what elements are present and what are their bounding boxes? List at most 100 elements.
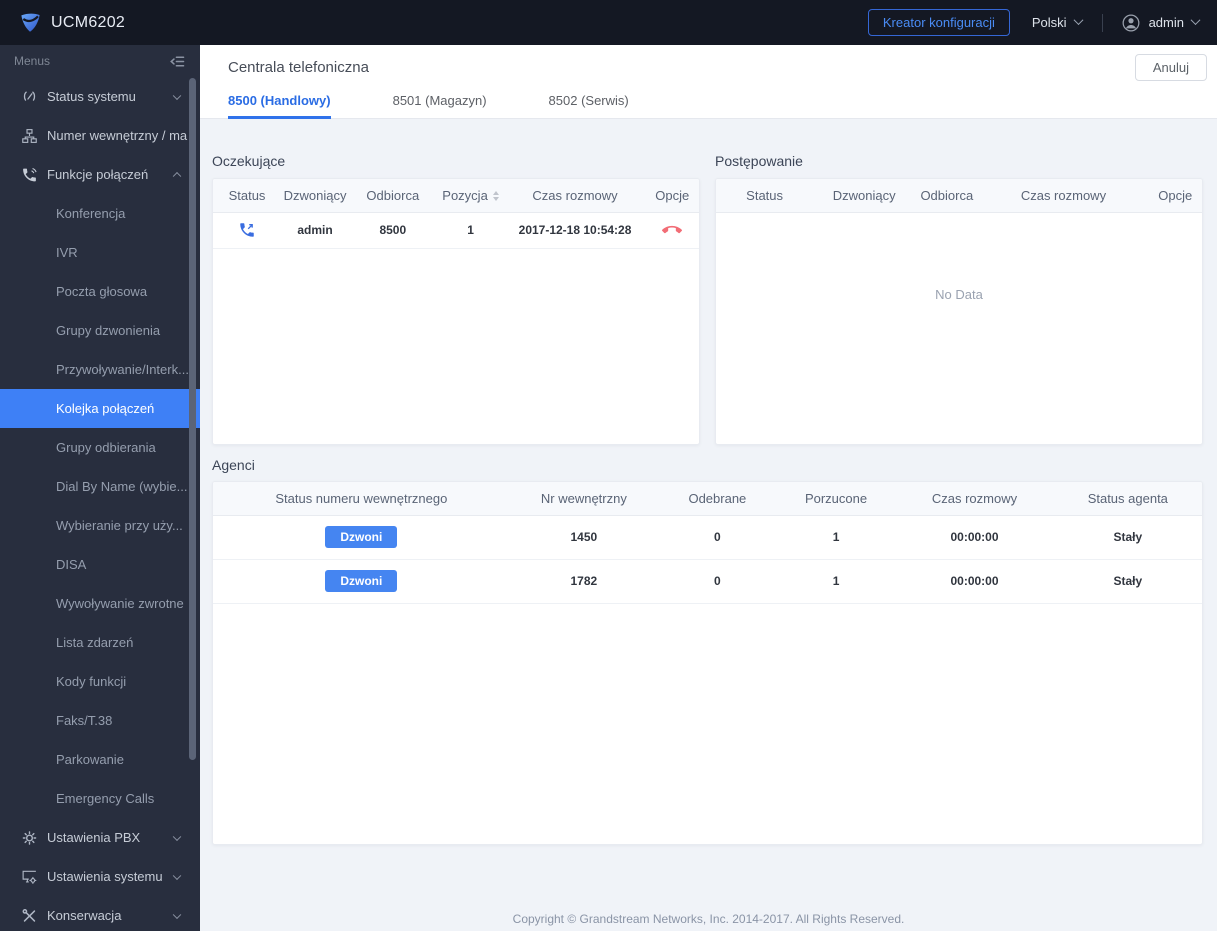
proceeding-panel: Status Dzwoniący Odbiorca Czas rozmowy O… [715,178,1203,445]
copyright: Copyright © Grandstream Networks, Inc. 2… [512,912,905,926]
hangup-icon[interactable] [662,220,683,240]
col-pozycja-sortable[interactable]: Pozycja [436,179,505,213]
topbar-divider [1101,13,1103,32]
agent-talk-time: 00:00:00 [895,559,1054,604]
ringing-status-badge: Dzwoni [325,526,398,548]
sidebar-item-funkcje-polaczen[interactable]: Funkcje połączeń [0,155,200,194]
sidebar-item-disa[interactable]: DISA [0,545,200,584]
waiting-section-title: Oczekujące [212,153,286,169]
sidebar-item-ivr[interactable]: IVR [0,233,200,272]
sidebar-item-numer-wewnetrzny[interactable]: Numer wewnętrzny / ma [0,116,200,155]
chevron-down-icon [172,871,182,880]
waiting-section: Oczekujące Status Dzwoniący Odbiorca Poz… [212,119,700,445]
topbar: UCM6202 Kreator konfiguracji Polski admi… [0,0,1217,45]
col-opcje: Opcje [645,179,699,213]
ringing-status-badge: Dzwoni [325,570,398,592]
sidebar-item-grupy-odbierania[interactable]: Grupy odbierania [0,428,200,467]
sidebar-item-konserwacja[interactable]: Konserwacja [0,896,200,931]
chevron-down-icon [172,832,182,841]
agent-row: Dzwoni 1450 0 1 00:00:00 Stały [213,515,1202,560]
sidebar-item-poczta-glosowa[interactable]: Poczta głosowa [0,272,200,311]
sidebar-item-kody-funkcji[interactable]: Kody funkcji [0,662,200,701]
maintenance-icon [21,907,38,924]
sidebar-item-label: Numer wewnętrzny / ma [47,128,188,143]
sidebar-item-parkowanie[interactable]: Parkowanie [0,740,200,779]
col-nr-wewnetrzny: Nr wewnętrzny [509,482,659,516]
sidebar-item-konferencja[interactable]: Konferencja [0,194,200,233]
language-label: Polski [1031,15,1067,30]
extension-trunk-icon [21,127,38,144]
sidebar-item-label: Konserwacja [47,908,122,923]
agent-status: Stały [1053,515,1202,560]
sidebar-item-status-systemu[interactable]: Status systemu [0,77,200,116]
sidebar-item-ustawienia-systemu[interactable]: Ustawienia systemu [0,857,200,896]
col-czas-rozmowy: Czas rozmowy [895,482,1054,516]
sidebar-item-label: Funkcje połączeń [47,167,149,182]
tab-8502-serwis[interactable]: 8502 (Serwis) [549,90,629,119]
no-data-text: No Data [935,286,983,302]
col-status-agenta: Status agenta [1053,482,1202,516]
col-porzucone: Porzucone [776,482,896,516]
waiting-panel: Status Dzwoniący Odbiorca Pozycja Czas r… [212,178,700,445]
user-menu[interactable]: admin [1121,13,1201,33]
sidebar-item-lista-zdarzen[interactable]: Lista zdarzeń [0,623,200,662]
col-czas-rozmowy: Czas rozmowy [504,179,646,213]
sidebar-header: Menus [0,45,200,77]
waiting-time: 2017-12-18 10:54:28 [504,212,646,249]
sidebar-item-faks-t38[interactable]: Faks/T.38 [0,701,200,740]
col-czas-rozmowy: Czas rozmowy [978,179,1149,213]
main-area: Centrala telefoniczna Anuluj 8500 (Handl… [200,45,1217,931]
waiting-position: 1 [436,212,505,249]
sidebar-item-emergency-calls[interactable]: Emergency Calls [0,779,200,818]
proceeding-section: Postępowanie Status Dzwoniący Odbiorca C… [715,119,1203,445]
col-status: Status [716,179,814,213]
collapse-sidebar-icon[interactable] [169,53,186,70]
tabstrip: 8500 (Handlowy) 8501 (Magazyn) 8502 (Ser… [200,90,1217,119]
sidebar-item-dial-by-name[interactable]: Dial By Name (wybie... [0,467,200,506]
call-features-icon [21,166,38,183]
col-status-numeru: Status numeru wewnętrznego [213,482,510,516]
col-opcje: Opcje [1148,179,1202,213]
chevron-down-icon [172,910,182,919]
page-header: Centrala telefoniczna Anuluj [200,45,1217,90]
sidebar-item-grupy-dzwonienia[interactable]: Grupy dzwonienia [0,311,200,350]
sidebar-item-ustawienia-pbx[interactable]: Ustawienia PBX [0,818,200,857]
agent-extension: 1450 [509,515,659,560]
col-odebrane: Odebrane [658,482,777,516]
agent-row: Dzwoni 1782 0 1 00:00:00 Stały [213,559,1202,604]
config-wizard-button[interactable]: Kreator konfiguracji [867,9,1010,36]
col-dzwoniacy: Dzwoniący [813,179,916,213]
sidebar-item-wybieranie[interactable]: Wybieranie przy uży... [0,506,200,545]
username: admin [1148,15,1184,30]
sidebar-item-przywolywanie[interactable]: Przywoływanie/Interk... [0,350,200,389]
agents-section-title: Agenci [212,457,255,473]
sidebar: Menus Status systemu Numer wewnętrzny / … [0,45,200,931]
content: Oczekujące Status Dzwoniący Odbiorca Poz… [200,119,1217,845]
agents-section: Agenci Status numeru wewnętrznego Nr wew… [212,457,1203,845]
sidebar-item-wywolywanie-zwrotne[interactable]: Wywoływanie zwrotne [0,584,200,623]
sidebar-title: Menus [14,54,51,68]
dashboard-icon [21,88,38,105]
product-name: UCM6202 [51,13,126,31]
tab-8501-magazyn[interactable]: 8501 (Magazyn) [393,90,487,119]
active-call-icon [238,221,256,239]
sidebar-scrollbar-thumb[interactable] [189,78,196,760]
chevron-down-icon [172,91,182,100]
sidebar-item-label: Status systemu [47,89,136,104]
sidebar-item-kolejka-polaczen[interactable]: Kolejka połączeń [0,389,200,428]
cancel-button[interactable]: Anuluj [1134,54,1207,81]
chevron-up-icon [172,171,182,180]
chevron-down-icon [1190,14,1201,25]
waiting-callee: 8500 [349,212,437,249]
agent-talk-time: 00:00:00 [895,515,1054,560]
sidebar-item-label: Ustawienia systemu [47,869,163,884]
tab-8500-handlowy[interactable]: 8500 (Handlowy) [228,90,331,119]
agent-extension: 1782 [509,559,659,604]
sort-icon[interactable] [492,191,499,202]
col-dzwoniacy: Dzwoniący [281,179,350,213]
col-status: Status [213,179,282,213]
language-selector[interactable]: Polski [1031,14,1084,30]
col-odbiorca: Odbiorca [349,179,437,213]
agent-status: Stały [1053,559,1202,604]
agents-table: Status numeru wewnętrznego Nr wewnętrzny… [213,482,1202,604]
